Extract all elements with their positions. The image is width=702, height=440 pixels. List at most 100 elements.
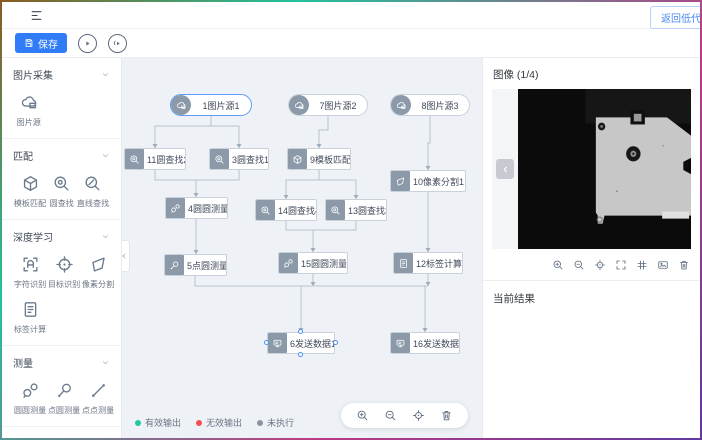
sidebar-item[interactable]: 点点测量	[81, 381, 115, 416]
sidebar-item[interactable]: 圆圆测量	[13, 381, 47, 416]
section-header[interactable]: 测量	[13, 355, 110, 370]
segment-icon	[89, 255, 108, 274]
sidebar-item-label: 图片源	[17, 116, 41, 127]
image-header: 图像 (1/4)	[483, 58, 700, 89]
locate-icon[interactable]	[594, 259, 606, 271]
circle-search-icon	[210, 149, 229, 169]
trash-icon[interactable]	[678, 259, 690, 271]
node-label: 11圆查找2	[144, 153, 185, 166]
canvas-node-11[interactable]: 11圆查找2	[124, 148, 186, 170]
inspection-image-scene	[518, 89, 691, 249]
node-label: 10像素分割1	[410, 175, 465, 188]
node-label: 9模板匹配1	[307, 153, 350, 166]
chevron-down-icon	[101, 70, 110, 79]
canvas-node-6[interactable]: 6发送数据1	[267, 332, 335, 354]
image-source-icon	[391, 95, 411, 115]
section-header[interactable]: 匹配	[13, 148, 110, 163]
sidebar-item[interactable]: 目标识别	[47, 255, 81, 290]
connection-handle[interactable]	[264, 340, 269, 345]
section-header[interactable]: 图片采集	[13, 67, 110, 82]
fullscreen-icon[interactable]	[615, 259, 627, 271]
canvas-node-5[interactable]: 5点圆测量1	[164, 254, 227, 276]
image-source-icon	[171, 95, 191, 115]
chevron-down-icon	[101, 358, 110, 367]
trash-icon[interactable]	[440, 409, 453, 422]
target-icon	[55, 255, 74, 274]
workflow-canvas[interactable]: 1图片源1 7图片源2 8图片源3 11圆查找2 3圆查找1 9模板匹配1 10像素分割1 4…	[122, 58, 482, 438]
run-loop-button[interactable]	[108, 34, 127, 53]
zoom-in-icon[interactable]	[356, 409, 369, 422]
sidebar-section: 匹配模板匹配圆查找直线查找	[2, 139, 121, 220]
sidebar-item[interactable]: 模板匹配	[13, 174, 47, 209]
save-button[interactable]: 保存	[15, 33, 67, 53]
connection-handle[interactable]	[298, 329, 303, 334]
zoom-out-icon[interactable]	[573, 259, 585, 271]
sidebar-item[interactable]: 标签计算	[13, 300, 47, 335]
node-label: 14圆查找4	[275, 204, 316, 217]
sidebar-item[interactable]: 点圆测量	[47, 381, 81, 416]
snapshot-icon[interactable]	[657, 259, 669, 271]
canvas-node-4[interactable]: 4圆圆测量2	[165, 197, 228, 219]
canvas-node-15[interactable]: 15圆圆测量3	[278, 252, 348, 274]
ocr-icon	[21, 255, 40, 274]
node-label: 15圆圆测量3	[298, 257, 347, 270]
circle-circle-icon	[166, 198, 185, 218]
node-label: 1图片源1	[191, 99, 251, 112]
grid-icon[interactable]	[636, 259, 648, 271]
chevron-down-icon	[101, 232, 110, 241]
segment-icon	[391, 171, 410, 191]
section-header[interactable]: 通信	[13, 436, 110, 438]
inspection-image[interactable]	[518, 89, 691, 249]
canvas-node-16[interactable]: 16发送数据2	[390, 332, 460, 354]
chevron-left-icon[interactable]	[496, 159, 514, 179]
node-label: 8图片源3	[411, 99, 469, 112]
canvas-node-7[interactable]: 7图片源2	[288, 94, 368, 116]
sidebar-collapse-handle[interactable]	[122, 240, 130, 272]
canvas-node-8[interactable]: 8图片源3	[390, 94, 470, 116]
locate-icon[interactable]	[412, 409, 425, 422]
section-items: 字符识别目标识别像素分割标签计算	[13, 255, 110, 335]
node-label: 7图片源2	[309, 99, 367, 112]
canvas-zoom-controls	[341, 403, 468, 428]
node-label: 16发送数据2	[410, 337, 459, 350]
sidebar-item[interactable]: 像素分割	[81, 255, 115, 290]
sidebar-section: 图片采集图片源	[2, 58, 121, 139]
line-search-icon	[83, 174, 102, 193]
canvas-node-1[interactable]: 1图片源1	[170, 94, 252, 116]
connection-handle[interactable]	[333, 340, 338, 345]
section-title: 匹配	[13, 148, 33, 163]
action-toolbar: 保存	[2, 29, 700, 58]
connection-handle[interactable]	[298, 352, 303, 357]
section-items: 图片源	[13, 93, 110, 128]
sidebar-item-label: 像素分割	[82, 278, 114, 289]
legend-label: 有效输出	[145, 416, 181, 429]
section-items: 圆圆测量点圆测量点点测量	[13, 381, 110, 416]
image-nav-strip	[492, 89, 518, 249]
image-source-icon	[289, 95, 309, 115]
section-items: 模板匹配圆查找直线查找	[13, 174, 110, 209]
zoom-out-icon[interactable]	[384, 409, 397, 422]
canvas-node-9[interactable]: 9模板匹配1	[287, 148, 351, 170]
canvas-node-14[interactable]: 14圆查找4	[255, 199, 317, 221]
cube-icon	[21, 174, 40, 193]
node-label: 12标签计算1	[413, 257, 462, 270]
menu-fold-icon[interactable]	[30, 9, 43, 22]
sidebar-item-label: 目标识别	[48, 278, 80, 289]
node-label: 4圆圆测量2	[185, 202, 227, 215]
canvas-node-13[interactable]: 13圆查找3	[325, 199, 387, 221]
sidebar-item[interactable]: 圆查找	[47, 174, 76, 209]
sidebar-item[interactable]: 图片源	[13, 93, 45, 128]
canvas-node-3[interactable]: 3圆查找1	[209, 148, 269, 170]
sidebar-item[interactable]: 直线查找	[76, 174, 110, 209]
zoom-in-icon[interactable]	[552, 259, 564, 271]
run-once-button[interactable]	[78, 34, 97, 53]
back-to-lowcode-button[interactable]: 返回低代	[650, 6, 700, 29]
point-circle-icon	[165, 255, 184, 275]
sidebar-item[interactable]: 字符识别	[13, 255, 47, 290]
canvas-node-12[interactable]: 12标签计算1	[393, 252, 463, 274]
canvas-node-10[interactable]: 10像素分割1	[390, 170, 466, 192]
section-header[interactable]: 深度学习	[13, 229, 110, 244]
preview-panel: 图像 (1/4)	[482, 58, 700, 438]
chevron-down-icon	[101, 151, 110, 160]
sidebar-item-label: 字符识别	[14, 278, 46, 289]
